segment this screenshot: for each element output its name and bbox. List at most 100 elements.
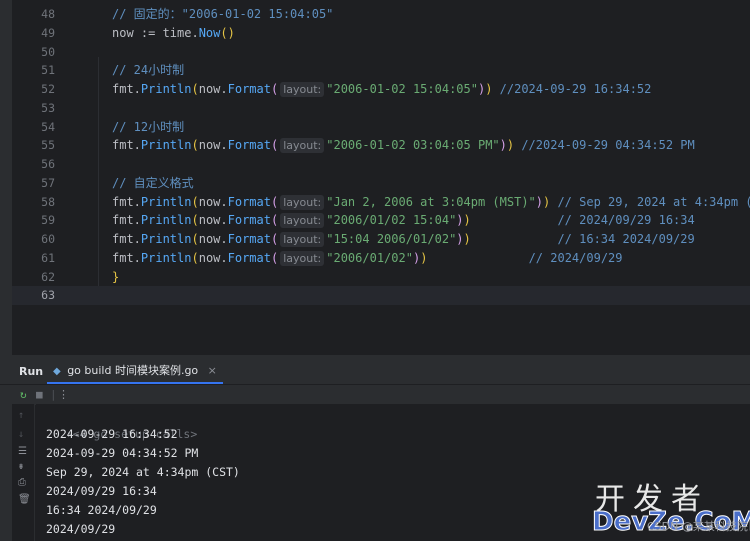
code-text: fmt.Println(now.Format(layout: "2006-01-0…: [112, 80, 651, 99]
code-line[interactable]: 63: [12, 286, 750, 306]
code-token: // 固定的："2006-01-02 15:04:05": [112, 7, 334, 21]
close-tab-icon[interactable]: ×: [208, 364, 217, 377]
arrow-down-icon[interactable]: ↓: [18, 429, 24, 440]
code-token: Println: [140, 194, 192, 209]
code-token: // 24小时制: [112, 63, 185, 78]
code-line[interactable]: 51 // 24小时制: [12, 61, 750, 80]
code-token: now :=: [112, 25, 163, 40]
code-token: now.: [198, 194, 228, 209]
code-token: now.: [198, 138, 228, 153]
code-token: now.: [198, 232, 228, 246]
code-token: ): [463, 213, 471, 228]
console-line: Sep 29, 2024 at 4:34pm (CST): [46, 465, 240, 479]
code-text: }: [112, 268, 119, 287]
line-number: 57: [41, 175, 55, 190]
code-line[interactable]: 55 fmt.Println(now.Format(layout: "2006-01…: [12, 136, 750, 155]
code-line[interactable]: 53: [12, 99, 750, 118]
scroll-to-end-icon[interactable]: ⇟: [18, 461, 24, 472]
code-line[interactable]: 56: [12, 155, 750, 174]
line-number: 60: [41, 232, 55, 246]
code-token: // 12小时制: [112, 119, 185, 134]
code-line[interactable]: 59 fmt.Println(now.Format(layout: "2006/01…: [12, 211, 750, 230]
code-line[interactable]: 54 // 12小时制: [12, 118, 750, 137]
line-number: 48: [41, 7, 55, 21]
code-token: // 自定义格式: [112, 175, 194, 190]
stop-icon[interactable]: ■: [36, 388, 43, 401]
parameter-hint: layout:: [280, 213, 325, 229]
print-icon[interactable]: ⎙: [18, 477, 26, 488]
code-token: ): [535, 194, 543, 209]
code-text: fmt.Println(now.Format(layout: "15:04 200…: [112, 230, 695, 249]
code-token: fmt.: [112, 250, 141, 265]
code-line[interactable]: 52 fmt.Println(now.Format(layout: "2006-01…: [12, 80, 750, 99]
code-token: (: [191, 250, 199, 265]
code-text: // 固定的："2006-01-02 15:04:05": [112, 5, 333, 24]
line-number: 58: [41, 194, 55, 209]
code-editor[interactable]: 48 // 固定的："2006-01-02 15:04:05" 49 now := t…: [12, 0, 750, 355]
code-token: "Jan 2, 2006 at 3:04pm (MST)": [326, 194, 536, 209]
code-token: ): [499, 138, 507, 153]
go-file-icon: ◆: [53, 366, 61, 377]
run-toolbar: ↻ ■ | ⋮: [0, 384, 750, 405]
line-number: 51: [41, 63, 55, 78]
code-line[interactable]: 57 // 自定义格式: [12, 174, 750, 193]
parameter-hint: layout:: [280, 138, 325, 154]
line-number: 61: [41, 250, 55, 265]
line-number: 56: [41, 157, 55, 171]
code-text: fmt.Println(now.Format(layout: "2006-01-0…: [112, 136, 695, 155]
arrow-up-icon[interactable]: ↑: [18, 410, 24, 421]
parameter-hint: layout:: [280, 250, 325, 266]
line-number: 62: [41, 269, 55, 284]
parameter-hint: layout:: [280, 194, 325, 210]
code-token: (: [270, 213, 279, 228]
code-line[interactable]: 62}: [12, 268, 750, 287]
run-config-tab[interactable]: ◆ go build 时间模块案例.go ×: [47, 360, 223, 384]
line-number: 63: [41, 288, 55, 303]
line-number: 50: [41, 44, 55, 59]
code-token: (: [270, 138, 279, 153]
code-token: now.: [198, 82, 228, 96]
code-line[interactable]: 60 fmt.Println(now.Format(layout: "15:04 2…: [12, 230, 750, 249]
code-token: ): [463, 232, 471, 246]
code-token: (: [270, 232, 279, 246]
console-line: 2024-09-29 16:34:52: [46, 427, 178, 441]
more-icon[interactable]: ⋮: [58, 388, 69, 401]
soft-wrap-icon[interactable]: ☰: [18, 446, 27, 457]
code-token: Now: [198, 25, 221, 40]
code-token: "2006-01-02 03:04:05 PM": [326, 138, 500, 153]
toolbar-divider: |: [50, 388, 57, 401]
code-token: "2006/01/02": [326, 250, 413, 265]
trash-icon[interactable]: 🗑: [18, 494, 31, 505]
setup-calls-line[interactable]: ›<4 go setup calls>: [38, 406, 198, 441]
code-token: fmt.: [112, 232, 141, 246]
code-token: Format: [227, 194, 271, 209]
code-token: (: [191, 213, 199, 228]
code-token: "15:04 2006/01/02": [326, 232, 457, 246]
run-tool-window-header: Run ◆ go build 时间模块案例.go ×: [0, 358, 750, 384]
code-text: // 12小时制: [112, 118, 184, 137]
line-number: 55: [41, 138, 55, 153]
code-token: fmt.: [112, 138, 141, 153]
rerun-icon[interactable]: ↻: [20, 388, 27, 401]
code-text: // 自定义格式: [112, 174, 194, 193]
code-token: (: [270, 250, 279, 265]
console-line: 2024-09-29 04:34:52 PM: [46, 446, 199, 460]
code-line[interactable]: 49 now := time.Now(): [12, 24, 750, 43]
console-side-toolbar: ↑ ↓ ☰ ⇟ ⎙ 🗑: [12, 404, 35, 541]
code-token: "2006-01-02 15:04:05": [326, 82, 478, 96]
line-number: 49: [41, 25, 55, 40]
code-token: fmt.: [112, 194, 141, 209]
code-token: // Sep 29, 2024 at 4:34pm (CST): [557, 194, 750, 209]
code-line[interactable]: 50: [12, 43, 750, 62]
code-line[interactable]: 61 fmt.Println(now.Format(layout: "2006/01…: [12, 249, 750, 268]
code-line[interactable]: 58 fmt.Println(now.Format(layout: "Jan 2, …: [12, 193, 750, 212]
code-token: Println: [140, 250, 192, 265]
code-token: (: [270, 194, 279, 209]
line-number: 52: [41, 82, 55, 96]
code-token: //2024-09-29 04:34:52 PM: [514, 138, 695, 153]
bottom-left-stripe: [0, 404, 12, 541]
code-token: // 2024/09/29 16:34: [470, 213, 695, 228]
code-line[interactable]: 48 // 固定的："2006-01-02 15:04:05": [12, 5, 750, 24]
code-token: ): [456, 213, 464, 228]
code-token: now.: [198, 213, 228, 228]
